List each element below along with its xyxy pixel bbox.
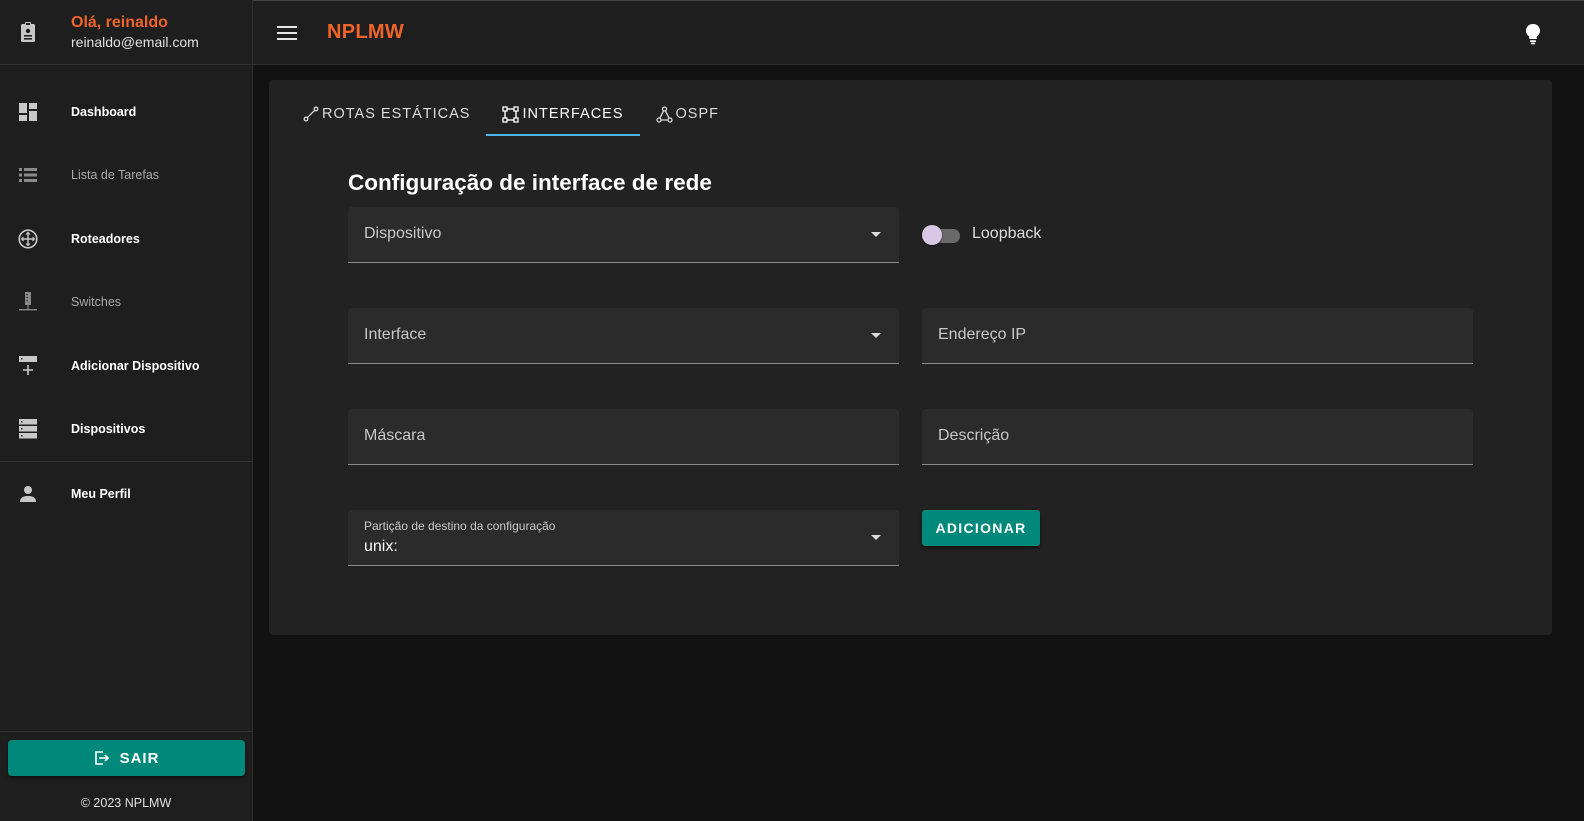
hamburger-menu-icon[interactable] — [275, 22, 299, 44]
tab-static-routes[interactable]: ROTAS ESTÁTICAS — [287, 92, 486, 136]
chevron-down-icon — [871, 333, 881, 338]
clipboard-badge-icon — [18, 20, 38, 44]
loopback-label: Loopback — [972, 225, 1042, 242]
lightbulb-icon[interactable] — [1521, 21, 1545, 47]
main-card: ROTAS ESTÁTICAS INTERFACES OSPF Configur… — [269, 80, 1552, 635]
user-block: Olá, reinaldo reinaldo@email.com — [0, 0, 252, 65]
add-button[interactable]: ADICIONAR — [922, 510, 1040, 546]
sidebar-item-tasks[interactable]: Lista de Tarefas — [0, 144, 252, 208]
brand-title: NPLMW — [327, 21, 405, 43]
sidebar-item-switches[interactable]: Switches — [0, 271, 252, 335]
sidebar-item-label: Lista de Tarefas — [71, 168, 160, 183]
interface-select-label: Interface — [364, 326, 427, 343]
copyright: © 2023 NPLMW — [80, 796, 172, 810]
list-icon — [18, 165, 38, 185]
router-icon — [18, 229, 38, 249]
sidebar-item-routers[interactable]: Roteadores — [0, 207, 252, 271]
tab-label: ROTAS ESTÁTICAS — [322, 106, 471, 122]
partition-value: unix: — [364, 538, 398, 555]
sidebar-item-devices[interactable]: Dispositivos — [0, 398, 252, 462]
loopback-toggle[interactable] — [922, 224, 962, 246]
interface-icon — [502, 105, 522, 123]
sidebar-item-label: Roteadores — [71, 231, 140, 246]
route-icon — [303, 106, 322, 122]
user-greeting: Olá, reinaldo — [71, 13, 168, 31]
chevron-down-icon — [871, 232, 881, 237]
logout-label: SAIR — [119, 749, 160, 767]
interface-select[interactable]: Interface — [348, 308, 899, 364]
mask-field[interactable]: Máscara — [348, 409, 899, 465]
mask-label: Máscara — [364, 427, 426, 444]
sidebar-item-add-device[interactable]: Adicionar Dispositivo — [0, 334, 252, 398]
graph-icon — [655, 105, 676, 123]
form-title: Configuração de interface de rede — [348, 170, 712, 195]
sidebar-item-dashboard[interactable]: Dashboard — [0, 80, 252, 144]
user-email: reinaldo@email.com — [71, 33, 199, 50]
device-select[interactable]: Dispositivo — [348, 207, 899, 263]
logout-icon — [94, 750, 120, 766]
dashboard-icon — [18, 102, 38, 122]
partition-label: Partição de destino da configuração — [364, 519, 556, 533]
logout-button[interactable]: SAIR — [8, 740, 245, 776]
tab-ospf[interactable]: OSPF — [640, 92, 735, 136]
sidebar-item-label: Meu Perfil — [71, 486, 131, 501]
sidebar-item-label: Adicionar Dispositivo — [71, 358, 200, 373]
tab-label: OSPF — [675, 106, 720, 122]
ip-address-field[interactable]: Endereço IP — [922, 308, 1473, 364]
person-icon — [18, 484, 38, 504]
sidebar-item-profile[interactable]: Meu Perfil — [0, 462, 252, 526]
bottom-divider — [0, 731, 252, 732]
sidebar-item-label: Switches — [71, 295, 122, 310]
chevron-down-icon — [871, 535, 881, 540]
tab-label: INTERFACES — [522, 106, 624, 122]
description-field[interactable]: Descrição — [922, 409, 1473, 465]
top-app-bar: NPLMW — [253, 0, 1584, 65]
device-select-label: Dispositivo — [364, 225, 442, 242]
switch-icon — [18, 292, 38, 312]
description-label: Descrição — [938, 427, 1010, 444]
toggle-thumb — [922, 225, 942, 245]
sidebar: Olá, reinaldo reinaldo@email.com Dashboa… — [0, 0, 253, 821]
sidebar-item-label: Dashboard — [71, 104, 137, 119]
ip-address-label: Endereço IP — [938, 326, 1027, 343]
sidebar-nav: Dashboard Lista de Tarefas Roteadores Sw… — [0, 80, 252, 526]
sidebar-item-label: Dispositivos — [71, 422, 146, 437]
add-device-icon — [18, 355, 38, 376]
partition-select[interactable]: Partição de destino da configuração unix… — [348, 510, 899, 566]
devices-icon — [18, 419, 38, 439]
tab-bar: ROTAS ESTÁTICAS INTERFACES OSPF — [287, 92, 735, 136]
tab-interfaces[interactable]: INTERFACES — [486, 92, 640, 136]
nav-divider — [0, 461, 252, 462]
